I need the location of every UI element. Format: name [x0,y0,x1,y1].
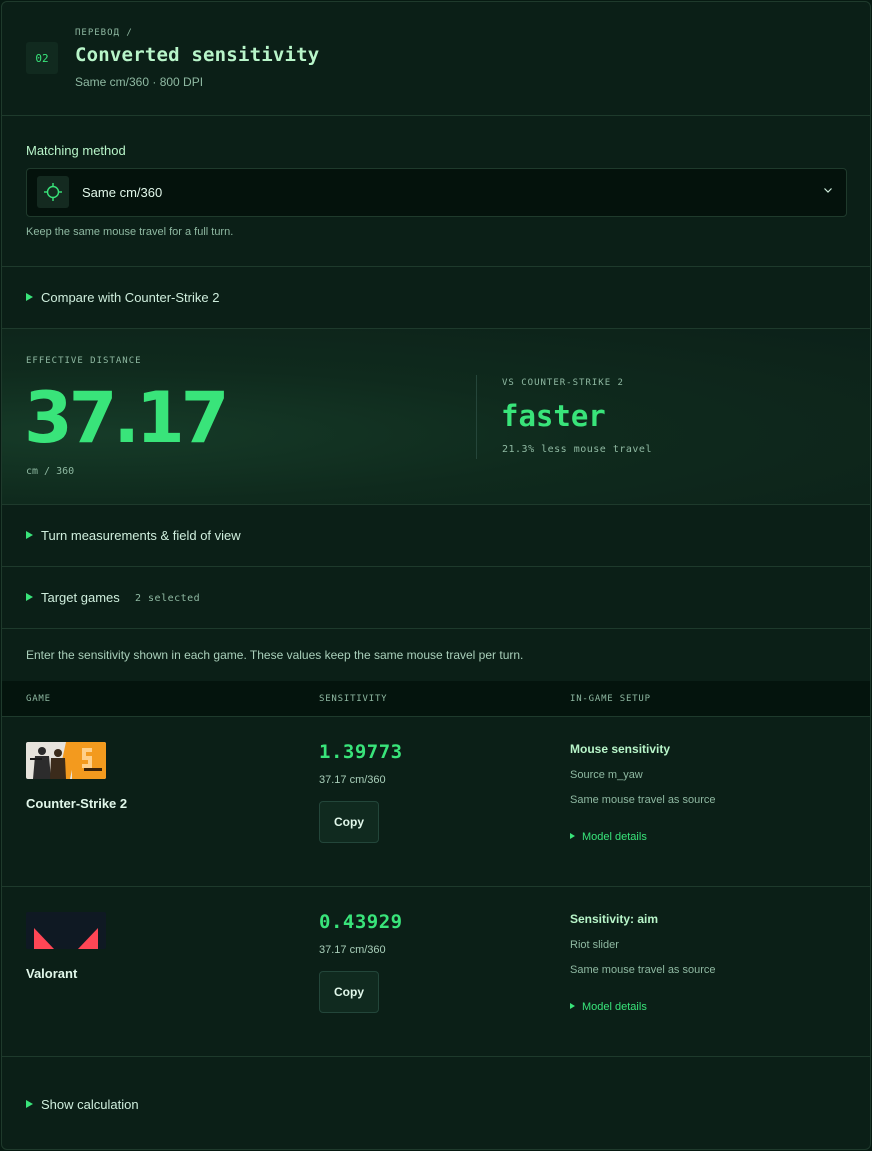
intro-text: Enter the sensitivity shown in each game… [26,648,524,662]
matching-method-hint: Keep the same mouse travel for a full tu… [26,226,234,238]
effective-distance-unit: cm / 360 [26,466,75,477]
show-calculation-toggle[interactable]: Show calculation [2,1056,870,1148]
target-games-label: Target games [41,590,120,605]
divider [476,375,477,459]
expand-triangle-icon [570,833,575,839]
column-header-sensitivity: SENSITIVITY [319,694,388,704]
setup-note: Same mouse travel as source [570,964,716,976]
compare-toggle[interactable]: Compare with Counter-Strike 2 [2,267,870,329]
effective-distance-value: 37.17 [24,377,229,459]
table-row: Valorant 0.43929 37.17 cm/360 Copy Sensi… [2,887,870,1057]
setup-title: Mouse sensitivity [570,742,671,756]
page-title: Converted sensitivity [75,44,320,66]
game-name: Counter-Strike 2 [26,796,128,811]
setup-title: Sensitivity: aim [570,912,659,926]
setup-detail: Source m_yaw [570,769,643,781]
comparison-verdict: faster [501,399,606,433]
expand-triangle-icon [26,293,33,301]
sensitivity-value: 0.43929 [319,911,403,933]
step-badge: 02 [26,42,58,74]
matching-method-section: Matching method Same cm/360 Keep the sam… [2,116,870,267]
compare-toggle-label: Compare with Counter-Strike 2 [41,290,220,305]
setup-note: Same mouse travel as source [570,794,716,806]
cm-per-360: 37.17 cm/360 [319,944,386,956]
page-subtitle: Same cm/360 · 800 DPI [75,75,204,89]
expand-triangle-icon [570,1003,575,1009]
model-details-toggle[interactable]: Model details [570,831,647,843]
matching-method-label: Matching method [26,143,126,158]
effective-distance-card: EFFECTIVE DISTANCE 37.17 cm / 360 VS COU… [2,329,870,505]
converted-sensitivity-panel: 02 ПЕРЕВОД / Converted sensitivity Same … [1,1,871,1150]
cm-per-360: 37.17 cm/360 [319,774,386,786]
comparison-label: VS COUNTER-STRIKE 2 [502,378,624,388]
panel-header: 02 ПЕРЕВОД / Converted sensitivity Same … [2,2,870,116]
target-games-count: 2 selected [135,593,201,604]
expand-triangle-icon [26,531,33,539]
game-name: Valorant [26,966,78,981]
counter-strike-2-thumbnail [26,742,106,779]
model-details-toggle[interactable]: Model details [570,1001,647,1013]
turn-measurements-label: Turn measurements & field of view [41,528,241,543]
target-games-toggle[interactable]: Target games 2 selected [2,567,870,629]
setup-detail: Riot slider [570,939,619,951]
matching-method-value: Same cm/360 [82,185,163,200]
matching-method-select[interactable]: Same cm/360 [26,168,847,217]
sensitivity-value: 1.39773 [319,741,403,763]
comparison-detail: 21.3% less mouse travel [502,444,652,455]
turn-measurements-toggle[interactable]: Turn measurements & field of view [2,505,870,567]
table-header: GAME SENSITIVITY IN-GAME SETUP [2,681,870,717]
column-header-game: GAME [26,694,51,704]
expand-triangle-icon [26,593,33,601]
copy-button[interactable]: Copy [319,801,379,843]
show-calculation-label: Show calculation [41,1097,139,1112]
crosshair-icon [37,176,69,208]
chevron-down-icon [822,183,834,195]
model-details-label: Model details [582,1001,647,1013]
copy-button[interactable]: Copy [319,971,379,1013]
valorant-thumbnail [26,912,106,949]
expand-triangle-icon [26,1100,33,1108]
model-details-label: Model details [582,831,647,843]
column-header-setup: IN-GAME SETUP [570,694,651,704]
table-row: Counter-Strike 2 1.39773 37.17 cm/360 Co… [2,717,870,887]
effective-distance-label: EFFECTIVE DISTANCE [26,356,142,366]
breadcrumb: ПЕРЕВОД / [75,28,133,38]
